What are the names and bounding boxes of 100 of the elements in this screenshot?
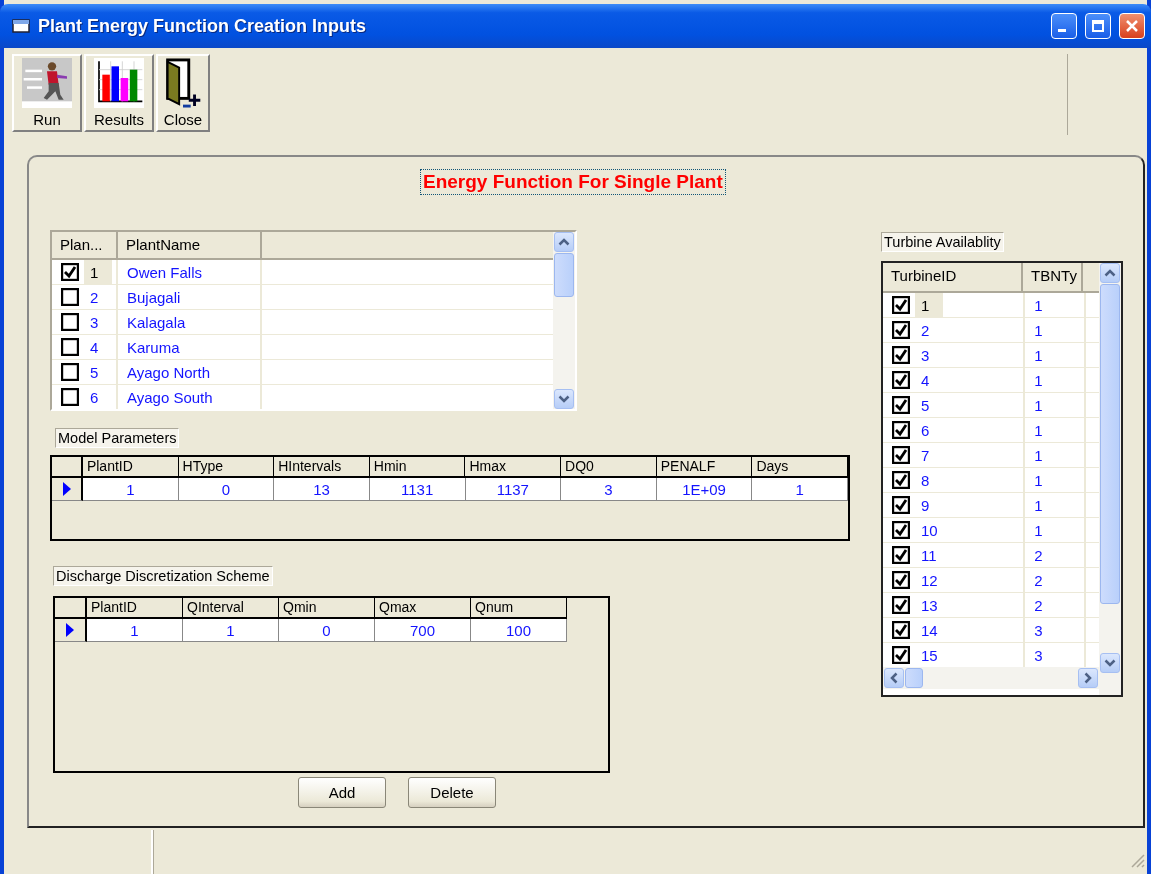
table-cell: 1 — [226, 621, 235, 639]
turbine-id-cell-text: 13 — [920, 595, 939, 616]
parameters-grid[interactable]: PlantID HType HIntervals Hmin Hmax DQ0 PENALF Days 1 0 13 1131 1137 3 1E+09 1 — [50, 455, 850, 541]
turbine-type-cell: 1 — [1034, 496, 1043, 514]
section-label: Discharge Discretization Scheme — [53, 566, 273, 586]
section-label: Model Parameters — [55, 428, 180, 448]
turbine-id-cell-text: 5 — [920, 395, 931, 416]
checked-checkbox[interactable] — [892, 421, 910, 439]
checked-checkbox[interactable] — [892, 446, 910, 464]
unchecked-checkbox[interactable] — [61, 288, 79, 306]
discharge-grid[interactable]: PlantID QInterval Qmin Qmax Qnum 1 1 0 700 100 — [53, 596, 610, 773]
checked-checkbox[interactable] — [892, 621, 910, 639]
vertical-scrollbar[interactable] — [1099, 263, 1121, 695]
checked-checkbox[interactable] — [892, 546, 910, 564]
table-cell: 0 — [221, 480, 231, 498]
unchecked-checkbox[interactable] — [61, 363, 79, 381]
table-cell: 100 — [506, 621, 531, 639]
table-cell: 1 — [795, 480, 804, 498]
plant-id-cell-text: 5 — [89, 362, 100, 383]
minimize-icon — [1058, 28, 1066, 32]
maximize-button[interactable] — [1085, 13, 1111, 39]
checked-checkbox[interactable] — [892, 496, 910, 514]
turbine-id-cell-text: 8 — [920, 470, 931, 491]
turbine-id-cell-text: 2 — [920, 320, 931, 341]
horizontal-scrollbar[interactable] — [883, 667, 1099, 689]
section-label: Turbine Availablity — [881, 232, 1004, 252]
scroll-thumb[interactable] — [554, 253, 574, 297]
scroll-up-button[interactable] — [554, 232, 574, 252]
turbine-type-cell: 1 — [1034, 321, 1043, 339]
checked-checkbox[interactable] — [892, 471, 910, 489]
table-cell: 1 — [126, 480, 135, 498]
turbine-type-cell: 1 — [1034, 471, 1043, 489]
turbine-type-cell: 2 — [1034, 571, 1043, 589]
corner-header — [52, 457, 83, 478]
close-button[interactable] — [1119, 13, 1145, 39]
turbine-type-cell: 1 — [1034, 521, 1043, 539]
table-cell: 700 — [410, 621, 435, 639]
turbine-id-cell-text: 14 — [920, 620, 939, 641]
plant-id-cell: 1 — [84, 260, 113, 284]
section-heading: Energy Function For Single Plant — [420, 169, 726, 195]
turbine-id-cell-text: 11 — [920, 545, 938, 566]
scroll-down-button[interactable] — [1100, 653, 1120, 673]
close-icon — [1125, 19, 1139, 33]
table-cell: 13 — [313, 480, 330, 498]
scroll-thumb[interactable] — [1100, 284, 1120, 604]
turbine-type-cell: 1 — [1034, 421, 1043, 439]
toolbar-button[interactable]: Close — [156, 54, 210, 132]
scroll-up-button[interactable] — [1100, 263, 1120, 283]
turbine-type-cell: 1 — [1034, 446, 1043, 464]
plant-name-cell: Bujagali — [127, 288, 181, 306]
plant-list[interactable]: Plan... PlantName 1 Owen Falls 2 Bujagali 3 Kalagala 4 Karuma 5 Ayago North 6 Ayago South — [50, 230, 577, 411]
unchecked-checkbox[interactable] — [61, 313, 79, 331]
checked-checkbox[interactable] — [61, 263, 79, 281]
toolbar-button[interactable]: Run — [12, 54, 82, 132]
turbine-type-cell: 1 — [1034, 296, 1043, 314]
action-button[interactable]: Add — [298, 777, 386, 808]
maximize-icon — [1091, 19, 1105, 33]
plant-name-cell: Karuma — [127, 338, 180, 356]
checked-checkbox[interactable] — [892, 346, 910, 364]
turbine-type-cell: 1 — [1034, 371, 1043, 389]
plant-name-cell: Ayago South — [127, 388, 213, 406]
table-cell: 1 — [130, 621, 139, 639]
plant-name-cell: Owen Falls — [127, 263, 203, 281]
checked-checkbox[interactable] — [892, 321, 910, 339]
scroll-right-button[interactable] — [1078, 668, 1098, 688]
checked-checkbox[interactable] — [892, 596, 910, 614]
turbine-id-cell-text: 15 — [920, 645, 939, 666]
checked-checkbox[interactable] — [892, 296, 910, 314]
checked-checkbox[interactable] — [892, 371, 910, 389]
table-cell: 3 — [604, 480, 613, 498]
table-cell: 0 — [322, 621, 331, 639]
corner-header — [55, 598, 87, 619]
turbine-type-cell: 2 — [1034, 596, 1043, 614]
action-button[interactable]: Delete — [408, 777, 496, 808]
plant-id-cell-text: 6 — [89, 387, 100, 408]
vertical-scrollbar[interactable] — [553, 232, 575, 409]
unchecked-checkbox[interactable] — [61, 338, 79, 356]
turbine-id-cell: 1 — [915, 293, 944, 317]
turbine-id-cell-text: 9 — [920, 495, 931, 516]
plant-name-cell: Kalagala — [127, 313, 186, 331]
unchecked-checkbox[interactable] — [61, 388, 79, 406]
checked-checkbox[interactable] — [892, 571, 910, 589]
scroll-left-button[interactable] — [884, 668, 904, 688]
plant-id-cell-text: 3 — [89, 312, 100, 333]
turbine-type-cell: 1 — [1034, 396, 1043, 414]
table-cell: 1131 — [401, 480, 434, 498]
checked-checkbox[interactable] — [892, 396, 910, 414]
checked-checkbox[interactable] — [892, 521, 910, 539]
turbine-id-cell-text: 7 — [920, 445, 931, 466]
table-cell: 1E+09 — [682, 480, 726, 498]
toolbar-button[interactable]: Results — [84, 54, 154, 132]
minimize-button[interactable] — [1051, 13, 1077, 39]
turbine-id-cell-text: 6 — [920, 420, 931, 441]
scroll-thumb[interactable] — [905, 668, 923, 688]
checked-checkbox[interactable] — [892, 646, 910, 664]
scroll-down-button[interactable] — [554, 389, 574, 409]
turbine-type-cell: 2 — [1034, 546, 1043, 564]
resize-grip-icon — [1129, 852, 1145, 868]
turbine-list[interactable]: TurbineID TBNTy 1 1 2 1 3 1 4 1 5 1 6 1 7 1 8 1 9 1 10 1 11 2 12 2 13 2 14 3 15 3 — [881, 261, 1123, 697]
table-cell: 1137 — [496, 480, 529, 498]
